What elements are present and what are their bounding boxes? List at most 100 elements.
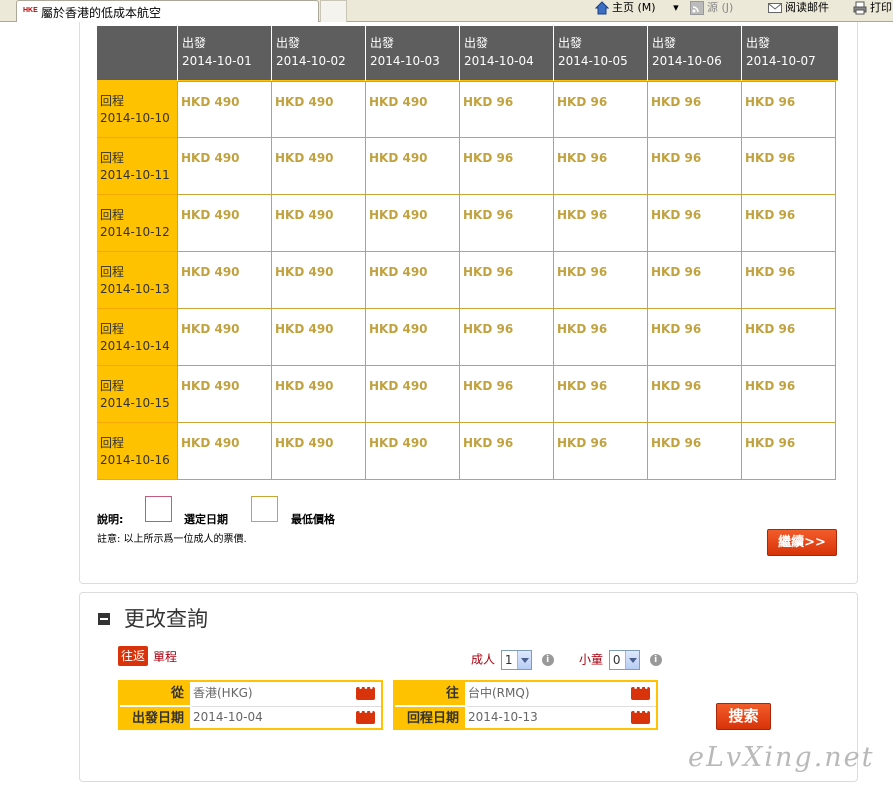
fare-cell[interactable]: HKD 490 [177, 252, 271, 309]
origin-picker-icon[interactable] [356, 684, 375, 700]
continue-button[interactable]: 繼續>> [767, 529, 837, 556]
selected-date-label: 選定日期 [184, 513, 228, 526]
origin-input[interactable]: 香港(HKG) [192, 682, 355, 704]
fare-cell[interactable]: HKD 490 [271, 138, 365, 195]
fare-cell[interactable]: HKD 96 [553, 252, 647, 309]
child-count-group: 小童 0 i [579, 650, 662, 670]
round-trip-button[interactable]: 往返 [118, 646, 148, 666]
print-button[interactable]: 打印 [853, 0, 892, 16]
fare-cell[interactable]: HKD 96 [647, 309, 741, 366]
fare-note: 註意: 以上所示爲一位成人的票價. [97, 534, 247, 545]
mail-icon [768, 3, 782, 13]
return-date-label: 回程日期 [395, 707, 465, 730]
fare-cell[interactable]: HKD 490 [365, 138, 459, 195]
departure-prefix: 出發 [652, 36, 677, 50]
new-tab-button[interactable] [320, 0, 347, 22]
chevron-down-icon [516, 651, 531, 669]
fare-cell[interactable]: HKD 490 [271, 252, 365, 309]
search-button[interactable]: 搜索 [716, 703, 771, 730]
printer-icon [853, 1, 867, 15]
child-select[interactable]: 0 [608, 650, 640, 670]
child-label: 小童 [579, 652, 604, 667]
browser-tab[interactable]: HKE 屬於香港的低成本航空 [16, 0, 319, 22]
fare-cell[interactable]: HKD 96 [459, 138, 553, 195]
info-icon[interactable]: i [649, 654, 662, 666]
grid-header-row: 出發 2014-10-01 出發 2014-10-02 出發 2014-10-03 出發 20… [97, 26, 838, 81]
fare-cell[interactable]: HKD 490 [271, 309, 365, 366]
destination-input[interactable]: 台中(RMQ) [467, 682, 630, 704]
fare-cell[interactable]: HKD 490 [177, 138, 271, 195]
return-date: 2014-10-13 [100, 282, 170, 296]
origin-field-group: 從 香港(HKG) 出發日期 2014-10-04 [118, 680, 383, 730]
departure-header-1: 出發 2014-10-01 [177, 26, 271, 81]
collapse-icon[interactable] [98, 613, 110, 625]
fare-cell[interactable]: HKD 96 [647, 366, 741, 423]
fare-cell[interactable]: HKD 490 [365, 81, 459, 138]
fare-cell[interactable]: HKD 490 [271, 81, 365, 138]
fare-cell[interactable]: HKD 490 [271, 195, 365, 252]
fare-cell[interactable]: HKD 96 [459, 252, 553, 309]
fare-cell[interactable]: HKD 490 [365, 252, 459, 309]
fare-cell[interactable]: HKD 490 [177, 81, 271, 138]
fare-cell[interactable]: HKD 490 [365, 309, 459, 366]
fare-cell[interactable]: HKD 96 [647, 195, 741, 252]
fare-cell[interactable]: HKD 490 [365, 423, 459, 480]
fare-cell[interactable]: HKD 96 [741, 309, 836, 366]
return-calendar-icon[interactable] [631, 708, 650, 724]
fare-cell[interactable]: HKD 490 [365, 366, 459, 423]
fare-cell[interactable]: HKD 96 [459, 195, 553, 252]
modify-search-title: 更改查詢 [124, 607, 208, 631]
return-date: 2014-10-10 [100, 111, 170, 125]
fare-cell[interactable]: HKD 96 [647, 423, 741, 480]
departure-header-3: 出發 2014-10-03 [365, 26, 459, 81]
info-icon[interactable]: i [541, 654, 554, 666]
mail-button[interactable]: 阅读邮件 [768, 0, 829, 16]
rss-icon [690, 1, 704, 15]
return-date: 2014-10-12 [100, 225, 170, 239]
fare-cell[interactable]: HKD 96 [459, 309, 553, 366]
fare-cell[interactable]: HKD 96 [741, 252, 836, 309]
fare-cell[interactable]: HKD 96 [647, 81, 741, 138]
fare-cell[interactable]: HKD 490 [271, 366, 365, 423]
fare-cell[interactable]: HKD 96 [741, 366, 836, 423]
fare-cell[interactable]: HKD 490 [365, 195, 459, 252]
fare-cell[interactable]: HKD 96 [741, 195, 836, 252]
depart-date-input[interactable]: 2014-10-04 [192, 706, 355, 728]
adult-select[interactable]: 1 [500, 650, 532, 670]
fare-cell[interactable]: HKD 490 [177, 195, 271, 252]
fare-cell[interactable]: HKD 96 [741, 81, 836, 138]
home-label: 主页 (M) [612, 1, 656, 14]
return-date-input[interactable]: 2014-10-13 [467, 706, 630, 728]
departure-prefix: 出發 [370, 36, 395, 50]
fare-cell[interactable]: HKD 490 [177, 423, 271, 480]
fare-cell[interactable]: HKD 490 [177, 366, 271, 423]
return-prefix: 回程 [100, 322, 125, 336]
fare-cell[interactable]: HKD 96 [553, 309, 647, 366]
fare-cell[interactable]: HKD 96 [553, 195, 647, 252]
fare-cell[interactable]: HKD 96 [553, 81, 647, 138]
feed-button[interactable]: 源 (J) [690, 0, 733, 16]
table-row: 回程 2014-10-11 HKD 490 HKD 490 HKD 490 HKD 96 H… [97, 138, 838, 195]
fare-cell[interactable]: HKD 96 [553, 366, 647, 423]
home-button[interactable]: 主页 (M) ▾ [595, 0, 679, 16]
return-prefix: 回程 [100, 436, 125, 450]
fare-cell[interactable]: HKD 490 [177, 309, 271, 366]
fare-cell[interactable]: HKD 96 [459, 423, 553, 480]
one-way-button[interactable]: 單程 [153, 648, 177, 665]
fare-cell[interactable]: HKD 96 [647, 138, 741, 195]
depart-calendar-icon[interactable] [356, 708, 375, 724]
home-dropdown-icon[interactable]: ▾ [673, 1, 679, 14]
destination-picker-icon[interactable] [631, 684, 650, 700]
fare-cell[interactable]: HKD 96 [647, 252, 741, 309]
fare-cell[interactable]: HKD 96 [459, 366, 553, 423]
fare-cell[interactable]: HKD 96 [459, 81, 553, 138]
departure-date: 2014-10-01 [182, 54, 252, 68]
home-icon [595, 1, 609, 15]
fare-cell[interactable]: HKD 96 [553, 138, 647, 195]
fare-cell[interactable]: HKD 96 [741, 138, 836, 195]
fare-cell[interactable]: HKD 96 [741, 423, 836, 480]
fare-cell[interactable]: HKD 96 [553, 423, 647, 480]
fare-grid: 出發 2014-10-01 出發 2014-10-02 出發 2014-10-03 出發 20… [97, 26, 838, 480]
departure-date: 2014-10-02 [276, 54, 346, 68]
fare-cell[interactable]: HKD 490 [271, 423, 365, 480]
